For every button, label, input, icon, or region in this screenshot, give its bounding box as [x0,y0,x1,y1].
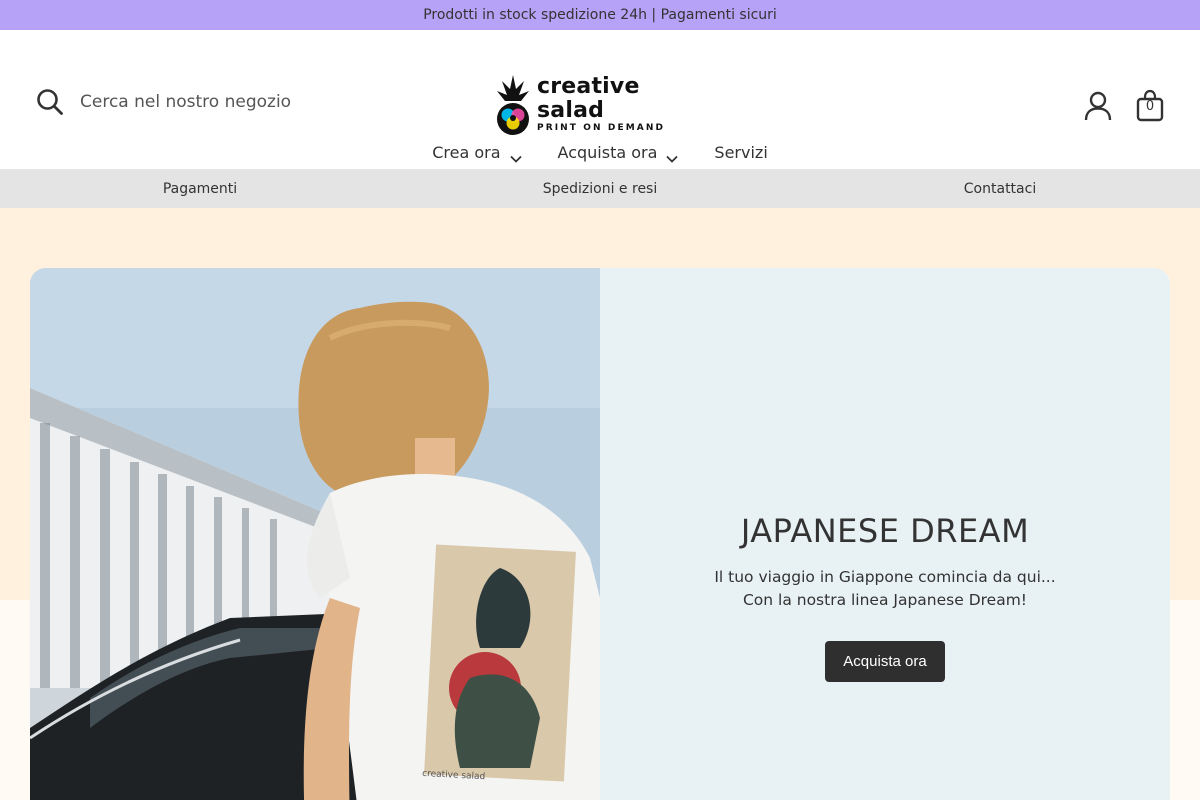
search-area [36,88,340,116]
chevron-down-icon [509,148,522,163]
hero-image: creative salad [30,268,600,800]
search-input[interactable] [80,92,340,112]
subnav-item-spedizioni[interactable]: Spedizioni e resi [400,181,800,197]
logo-name: creative salad [537,74,640,123]
cart-count: 0 [1145,99,1155,114]
hero-description-line-1: Il tuo viaggio in Giappone comincia da q… [714,568,1056,586]
hero-description-line-2: Con la nostra linea Japanese Dream! [742,591,1028,609]
search-icon[interactable] [36,88,64,116]
site-header: creative salad PRINT ON DEMAND 0 Crea or… [0,30,1200,169]
pineapple-logo-icon [495,75,531,137]
chevron-down-icon [666,148,679,163]
shop-now-button[interactable]: Acquista ora [825,641,945,682]
announcement-text: Prodotti in stock spedizione 24h | Pagam… [423,7,777,23]
nav-item-servizi[interactable]: Servizi [714,143,767,162]
main-nav: Crea ora Acquista ora Servizi [0,135,1200,169]
hero-content-panel: JAPANESE DREAM Il tuo viaggio in Giappon… [600,268,1170,800]
announcement-bar: Prodotti in stock spedizione 24h | Pagam… [0,0,1200,30]
account-icon[interactable] [1084,91,1112,121]
nav-item-label: Servizi [714,142,768,162]
cart-button[interactable]: 0 [1136,89,1164,123]
subnav-item-pagamenti[interactable]: Pagamenti [0,181,400,197]
nav-item-label: Acquista ora [557,142,658,162]
nav-item-crea-ora[interactable]: Crea ora [432,142,522,163]
site-logo[interactable]: creative salad PRINT ON DEMAND [495,73,710,137]
nav-item-acquista-ora[interactable]: Acquista ora [557,142,679,163]
hero-description: Il tuo viaggio in Giappone comincia da q… [600,566,1170,612]
hero-cta-wrapper: Acquista ora [825,641,945,682]
logo-tagline: PRINT ON DEMAND [537,123,666,133]
hero-banner: creative salad JAPANESE DREAM Il tuo via… [30,268,1170,800]
hero-title: JAPANESE DREAM [740,512,1030,550]
subnav-item-contattaci[interactable]: Contattaci [800,181,1200,197]
sub-nav: Pagamenti Spedizioni e resi Contattaci [0,169,1200,208]
nav-item-label: Crea ora [432,142,501,162]
